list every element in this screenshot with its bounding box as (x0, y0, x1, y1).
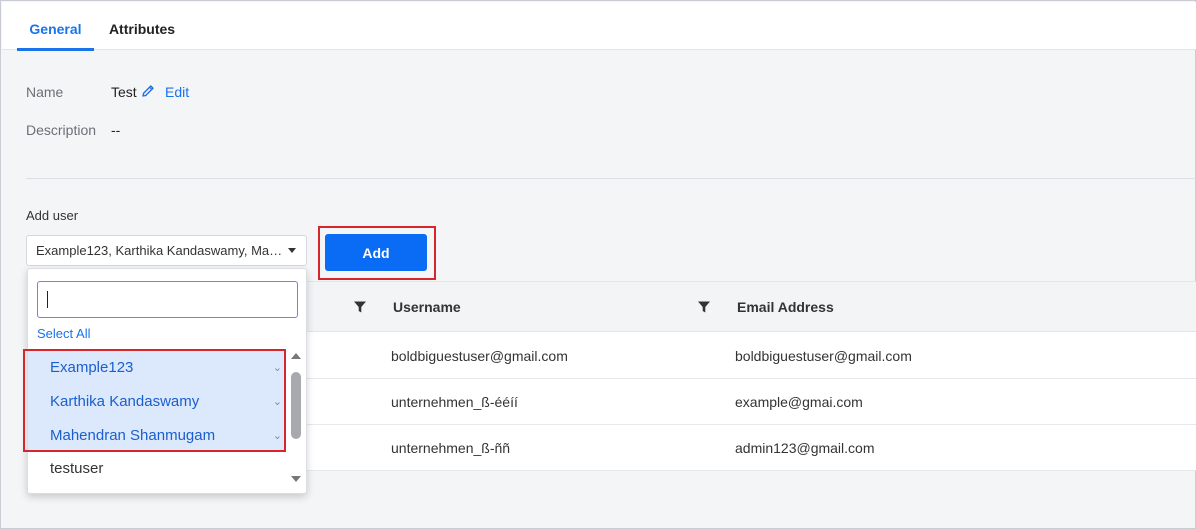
check-icon: ⌄ (272, 362, 282, 374)
list-item[interactable]: testuser (28, 452, 286, 486)
cell-username: unternehmen_ß-ééíí (391, 394, 518, 410)
column-header-email[interactable]: Email Address (737, 299, 834, 315)
table-header: Username Email Address (307, 281, 1196, 332)
tab-attributes[interactable]: Attributes (102, 2, 182, 50)
filter-icon[interactable] (697, 300, 711, 314)
list-item[interactable]: Mahendran Shanmugam ⌄ (28, 419, 286, 453)
check-icon: ⌄ (272, 396, 282, 408)
description-label: Description (26, 122, 97, 138)
pencil-icon[interactable] (140, 83, 156, 99)
cell-username: unternehmen_ß-ññ (391, 440, 511, 456)
user-multiselect[interactable]: Example123, Karthika Kandaswamy, Mahendr… (26, 235, 307, 266)
option-label: Example123 (50, 359, 134, 376)
name-value: Test (111, 84, 137, 100)
column-header-username[interactable]: Username (393, 299, 461, 315)
cell-email: example@gmai.com (735, 394, 863, 410)
scroll-down-arrow-icon[interactable] (291, 476, 301, 482)
text-cursor (47, 291, 48, 308)
option-label: Mahendran Shanmugam (50, 427, 216, 444)
name-label: Name (26, 84, 64, 100)
option-label: Karthika Kandaswamy (50, 393, 200, 410)
cell-username: boldbiguestuser@gmail.com (391, 348, 568, 364)
check-icon: ⌄ (272, 430, 282, 442)
add-user-label: Add user (26, 208, 79, 223)
filter-icon[interactable] (353, 300, 367, 314)
users-table: Username Email Address boldbiguestuser@g… (307, 281, 1196, 471)
scroll-up-arrow-icon[interactable] (291, 353, 301, 359)
cell-email: boldbiguestuser@gmail.com (735, 348, 912, 364)
scrollbar-thumb[interactable] (291, 372, 301, 439)
add-button[interactable]: Add (325, 234, 427, 271)
section-divider (26, 178, 1196, 179)
option-label: testuser (50, 460, 104, 477)
window-frame: General Attributes Name Test Edit Descri… (0, 0, 1196, 529)
multiselect-value: Example123, Karthika Kandaswamy, Mahendr… (36, 243, 286, 258)
cell-email: admin123@gmail.com (735, 440, 875, 456)
table-row[interactable]: unternehmen_ß-ééíí example@gmai.com (307, 379, 1196, 425)
list-item[interactable]: Example123 ⌄ (28, 351, 286, 385)
description-value: -- (111, 122, 121, 138)
search-input[interactable] (37, 281, 298, 318)
edit-link[interactable]: Edit (165, 84, 189, 100)
list-item[interactable]: Karthika Kandaswamy ⌄ (28, 385, 286, 419)
caret-down-icon[interactable] (288, 248, 296, 253)
select-all-link[interactable]: Select All (37, 326, 90, 341)
tab-bar: General Attributes (2, 2, 1196, 51)
multiselect-popup: Select All Example123 ⌄ Karthika Kandasw… (23, 268, 307, 494)
table-row[interactable]: unternehmen_ß-ññ admin123@gmail.com (307, 425, 1196, 471)
tab-general[interactable]: General (17, 2, 94, 51)
table-row[interactable]: boldbiguestuser@gmail.com boldbiguestuse… (307, 333, 1196, 379)
